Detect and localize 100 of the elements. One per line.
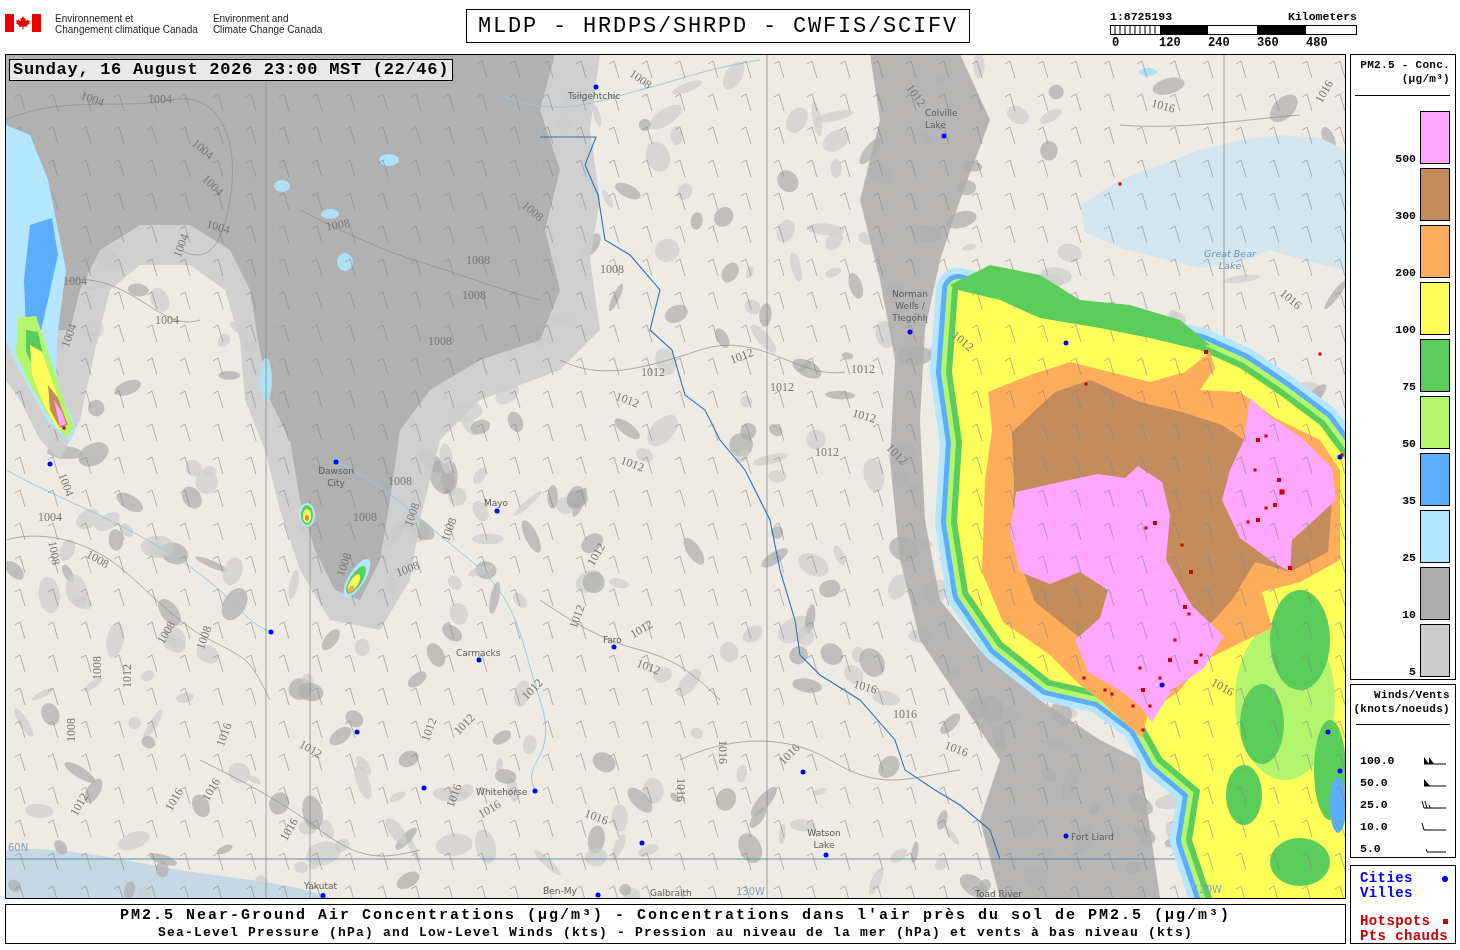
place-label: 120W	[1193, 884, 1222, 895]
place-label: Faro	[603, 635, 622, 645]
city-dot-icon	[421, 785, 427, 791]
isobar-label: 1008	[600, 261, 624, 276]
city-dot-icon	[1325, 729, 1331, 735]
legend-title: PM2.5 - Conc.	[1359, 58, 1450, 72]
city-dot-icon	[1337, 454, 1343, 460]
isobar-label: 1016	[942, 738, 971, 760]
hotspot-marker-icon	[1141, 728, 1145, 732]
hotspot-marker-icon	[1118, 182, 1122, 186]
hotspot-marker-icon	[1103, 688, 1107, 692]
hotspot-marker-icon	[1279, 489, 1285, 495]
isobar-label: 1016	[475, 796, 504, 821]
symbol-label: Cities	[1360, 871, 1413, 886]
hotspot-marker-icon	[1253, 468, 1257, 472]
isobar-label: 1016	[443, 781, 465, 810]
place-label: 130W	[736, 886, 765, 897]
isobar-label: 1016	[851, 676, 879, 697]
isobar-label: 1008	[333, 550, 355, 579]
place-label: Norman Wells / Tłegǫ́hłı̨	[892, 289, 928, 323]
legend-unit: (µg/m³)	[1400, 72, 1450, 86]
city-dot-icon	[494, 508, 500, 514]
canada-flag-icon	[5, 14, 41, 32]
isobar-label: 1016	[1277, 285, 1305, 313]
city-dot-icon	[907, 329, 913, 335]
city-dot-icon	[1063, 833, 1069, 839]
isobar-label: 1016	[213, 720, 235, 749]
isobar-label: 1012	[613, 389, 642, 411]
scale-tick-label: 360	[1257, 37, 1280, 49]
legend-title: Winds/Vents	[1373, 688, 1450, 702]
hotspot-marker-icon	[1264, 506, 1268, 510]
city-dot-icon	[47, 461, 53, 467]
hotspot-marker-icon	[1199, 653, 1203, 657]
isobar-label: 1012	[296, 736, 325, 761]
city-dot-icon	[941, 133, 947, 139]
isobar-label: 1004	[63, 273, 87, 288]
hotspot-marker-icon	[1138, 666, 1142, 670]
isobar-label: 1008	[83, 546, 112, 571]
scale-ratio: 1:8725193	[1110, 11, 1173, 23]
legend-value: 25	[1402, 552, 1416, 563]
city-dot-icon	[333, 459, 339, 465]
hotspot-marker-icon	[1189, 570, 1193, 574]
isobar-label: 1008	[438, 515, 460, 544]
legend-value: 5	[1409, 666, 1416, 677]
scale-tick-label: 480	[1306, 37, 1329, 49]
wind-speed-label: 50.0	[1360, 775, 1388, 789]
symbol-label: Pts chauds	[1360, 929, 1448, 944]
city-dot-icon	[320, 893, 326, 898]
isobar-label: 1004	[38, 509, 62, 524]
wind-speed-label: 10.0	[1360, 819, 1388, 833]
legend-value: 500	[1395, 153, 1416, 164]
city-dot-icon	[595, 892, 601, 898]
isobar-label: 1004	[170, 231, 192, 260]
hotspot-marker-icon	[1168, 658, 1172, 662]
scale-tick-label: 0	[1111, 37, 1121, 49]
city-dot-icon	[268, 629, 274, 635]
legend-value: 10	[1402, 609, 1416, 620]
isobar-label: 1008	[63, 718, 78, 742]
wind-barb-icon	[1418, 821, 1446, 831]
hotspot-marker-icon	[1277, 478, 1281, 482]
hotspot-marker-icon	[1158, 676, 1162, 680]
place-label: Tsiigehtchic	[568, 91, 621, 101]
scale-tick-label: 120	[1159, 37, 1182, 49]
legend-value: 100	[1395, 324, 1416, 335]
agency-name: Environnement et Changement climatique Canada	[55, 14, 198, 35]
isobar-label: 1008	[401, 500, 423, 529]
isobar-label: 1008	[193, 623, 215, 652]
isobar-label: 1016	[1149, 95, 1177, 116]
smoke-plume-drawing	[299, 503, 315, 527]
scale-tick-label: 240	[1208, 37, 1231, 49]
hotspot-marker-icon	[1256, 438, 1260, 442]
hotspot-marker-icon	[1273, 503, 1277, 507]
wind-speed-label: 5.0	[1360, 841, 1381, 855]
hotspot-marker-icon	[1110, 692, 1114, 696]
isobar-label: 1004	[204, 216, 232, 237]
hotspot-marker-icon	[1141, 688, 1145, 692]
legend-value: 35	[1402, 495, 1416, 506]
isobar-label: 1008	[89, 656, 104, 680]
isobar-label: 1012	[641, 364, 665, 379]
caption-subtitle: Sea-Level Pressure (hPa) and Low-Level Winds (kts) - Pression au niveau de la mer (hPa) et vents à bas niveau (kts)	[156, 925, 1195, 940]
city-dot-icon	[823, 852, 829, 858]
hotspot-marker-icon	[1144, 526, 1148, 530]
isobar-label: 1012	[418, 715, 440, 744]
place-label: Watson Lake	[807, 828, 841, 850]
forecast-timestamp: Sunday, 16 August 2026 23:00 MST (22/46)	[9, 59, 454, 81]
hotspot-marker-icon	[1264, 434, 1268, 438]
place-label: Great Bear Lake	[1204, 248, 1256, 271]
caption-title: PM2.5 Near-Ground Air Concentrations (µg/m³) - Concentrations dans l'air près du sol de PM2.5 (µg/m³)	[118, 906, 1233, 925]
hotspot-marker-icon	[1187, 612, 1191, 616]
place-label: Galbraith	[650, 888, 692, 898]
place-label: Whitehorse	[476, 787, 528, 797]
isobar-label: 1004	[155, 312, 179, 327]
isobar-label: 1004	[58, 321, 80, 350]
isobar-label: 1012	[815, 444, 839, 459]
place-label: Fort Liard	[1071, 832, 1114, 842]
place-label: Colville Lake	[925, 108, 958, 130]
isobar-label: 1012	[618, 453, 647, 475]
isobar-label: 1008	[388, 473, 412, 488]
product-title: MLDP - HRDPS/SHRPD - CWFIS/SCIFV	[466, 9, 970, 43]
isobar-label: 1012	[727, 345, 756, 367]
